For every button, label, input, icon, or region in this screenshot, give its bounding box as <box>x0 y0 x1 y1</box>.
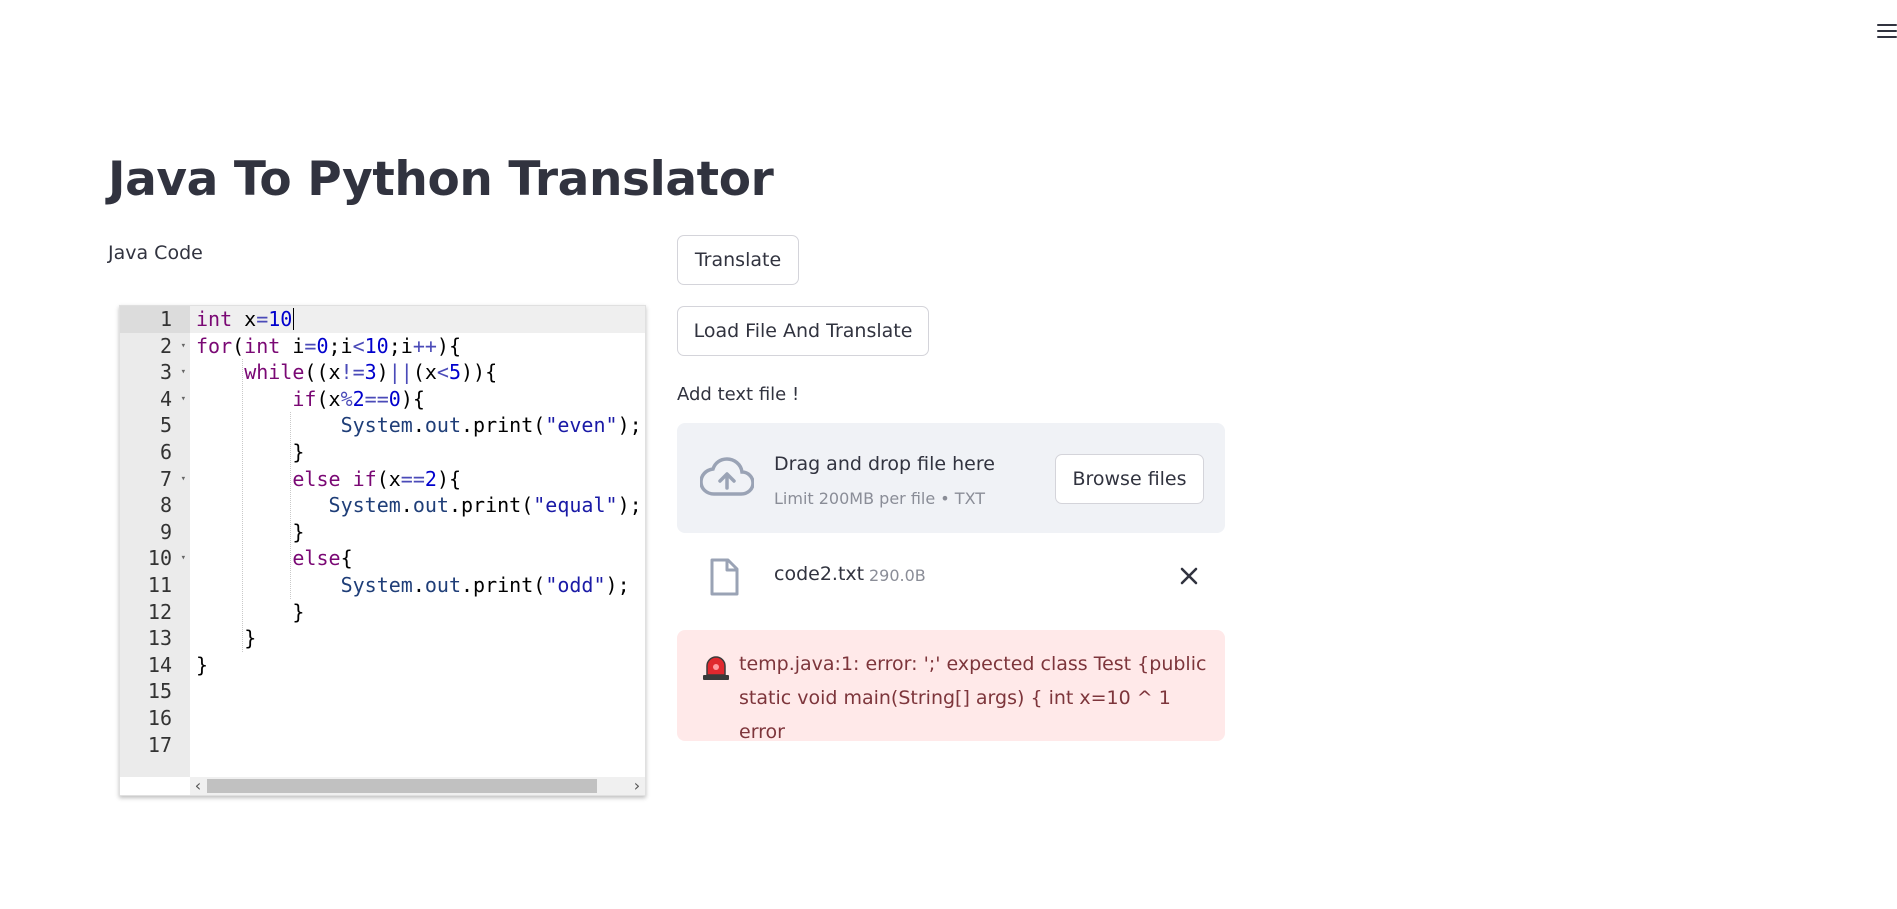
line-number: 11 <box>120 572 190 599</box>
code-line[interactable]: else{ <box>292 545 352 572</box>
error-message: temp.java:1: error: ';' expected class T… <box>739 653 1207 743</box>
line-number-text: 3 <box>159 360 172 385</box>
file-uploader-label: Add text file ! <box>677 384 800 405</box>
scroll-right-icon[interactable]: › <box>629 777 645 795</box>
line-number-text: 8 <box>159 493 172 518</box>
line-number-text: 7 <box>159 466 172 491</box>
line-number: 9 <box>120 519 190 546</box>
dropzone-title: Drag and drop file here <box>774 453 995 475</box>
line-number: 3 ▾ <box>120 359 190 386</box>
code-line[interactable]: for(int i=0;i<10;i++){ <box>196 333 461 360</box>
code-line[interactable]: System.out.print("odd"); <box>341 572 630 599</box>
line-number-text: 12 <box>147 599 172 624</box>
line-number: 14 <box>120 652 190 679</box>
line-number: 4 ▾ <box>120 386 190 413</box>
file-icon <box>710 558 739 596</box>
uploaded-file-item: code2.txt 290.0B <box>677 552 1225 602</box>
line-number: 13 <box>120 625 190 652</box>
indent-guide <box>242 359 244 652</box>
line-number-text: 10 <box>147 546 172 571</box>
line-number: 17 <box>120 732 190 759</box>
line-number: 8 <box>120 492 190 519</box>
scroll-left-icon[interactable]: ‹ <box>190 777 206 795</box>
line-number: 7 ▾ <box>120 466 190 493</box>
code-line[interactable]: else if(x==2){ <box>292 466 461 493</box>
fold-arrow-icon[interactable]: ▾ <box>181 341 186 351</box>
horizontal-scrollbar[interactable]: ‹ › <box>190 777 645 795</box>
code-line[interactable]: } <box>292 519 304 546</box>
code-line[interactable]: int x=10 <box>196 306 292 333</box>
cloud-upload-icon <box>700 457 754 496</box>
line-number: 15 <box>120 678 190 705</box>
line-number-text: 1 <box>159 307 172 331</box>
code-line[interactable]: } <box>292 599 304 626</box>
code-line[interactable]: System.out.print("equal"); <box>329 492 642 519</box>
line-number: 6 <box>120 439 190 466</box>
line-number: 1 <box>120 306 190 333</box>
file-dropzone[interactable]: Drag and drop file here Limit 200MB per … <box>677 423 1225 533</box>
code-line[interactable]: } <box>292 439 304 466</box>
browse-files-button[interactable]: Browse files <box>1055 454 1204 504</box>
fold-arrow-icon[interactable]: ▾ <box>181 394 186 404</box>
page-title: Java To Python Translator <box>108 152 774 207</box>
line-number-text: 17 <box>147 732 172 757</box>
text-cursor <box>293 308 295 330</box>
error-alert: temp.java:1: error: ';' expected class T… <box>677 630 1225 743</box>
code-line[interactable]: while((x!=3)||(x<5)){ <box>244 359 497 386</box>
line-number: 2 ▾ <box>120 333 190 360</box>
indent-guide <box>290 412 292 599</box>
code-text-area[interactable]: int x=10 for(int i=0;i<10;i++){while((x!=… <box>196 306 645 777</box>
line-number-text: 5 <box>159 413 172 438</box>
line-number-text: 13 <box>147 626 172 651</box>
fold-arrow-icon[interactable]: ▾ <box>181 474 186 484</box>
code-line[interactable]: } <box>196 652 208 679</box>
translate-button[interactable]: Translate <box>677 235 799 285</box>
line-number-text: 14 <box>147 652 172 677</box>
line-number-text: 4 <box>159 386 172 411</box>
hamburger-menu-icon[interactable] <box>1873 19 1897 43</box>
line-number-text: 6 <box>159 440 172 464</box>
line-number-gutter: 1 2 ▾ 3 ▾ 4 ▾ 5 6 7 ▾ 8 9 10 ▾ 11 12 13 14 15 16 17 <box>120 306 190 777</box>
fold-arrow-icon[interactable]: ▾ <box>181 368 186 377</box>
dropzone-limit-text: Limit 200MB per file • TXT <box>774 489 986 508</box>
siren-icon <box>703 656 729 680</box>
close-icon[interactable] <box>1177 564 1201 588</box>
file-name: code2.txt <box>774 563 865 585</box>
fold-arrow-icon[interactable]: ▾ <box>181 554 186 563</box>
line-number: 16 <box>120 705 190 732</box>
code-line[interactable]: } <box>244 625 256 652</box>
line-number: 5 <box>120 412 190 439</box>
code-line[interactable]: System.out.print("even"); <box>341 412 642 439</box>
file-size: 290.0B <box>869 566 926 585</box>
line-number-text: 9 <box>159 519 172 544</box>
code-editor[interactable]: 1 2 ▾ 3 ▾ 4 ▾ 5 6 7 ▾ 8 9 10 ▾ 11 12 13 14 15 16 17 int x=10 f… <box>119 305 646 796</box>
scrollbar-thumb[interactable] <box>207 779 597 793</box>
line-number-text: 11 <box>147 573 172 597</box>
line-number-text: 16 <box>147 706 172 730</box>
code-line[interactable]: if(x%2==0){ <box>292 386 425 413</box>
load-file-and-translate-button[interactable]: Load File And Translate <box>677 306 929 356</box>
code-editor-label: Java Code <box>108 242 203 264</box>
line-number-text: 15 <box>147 679 172 704</box>
line-number: 10 ▾ <box>120 545 190 572</box>
line-number-text: 2 <box>159 333 172 358</box>
line-number: 12 <box>120 599 190 626</box>
